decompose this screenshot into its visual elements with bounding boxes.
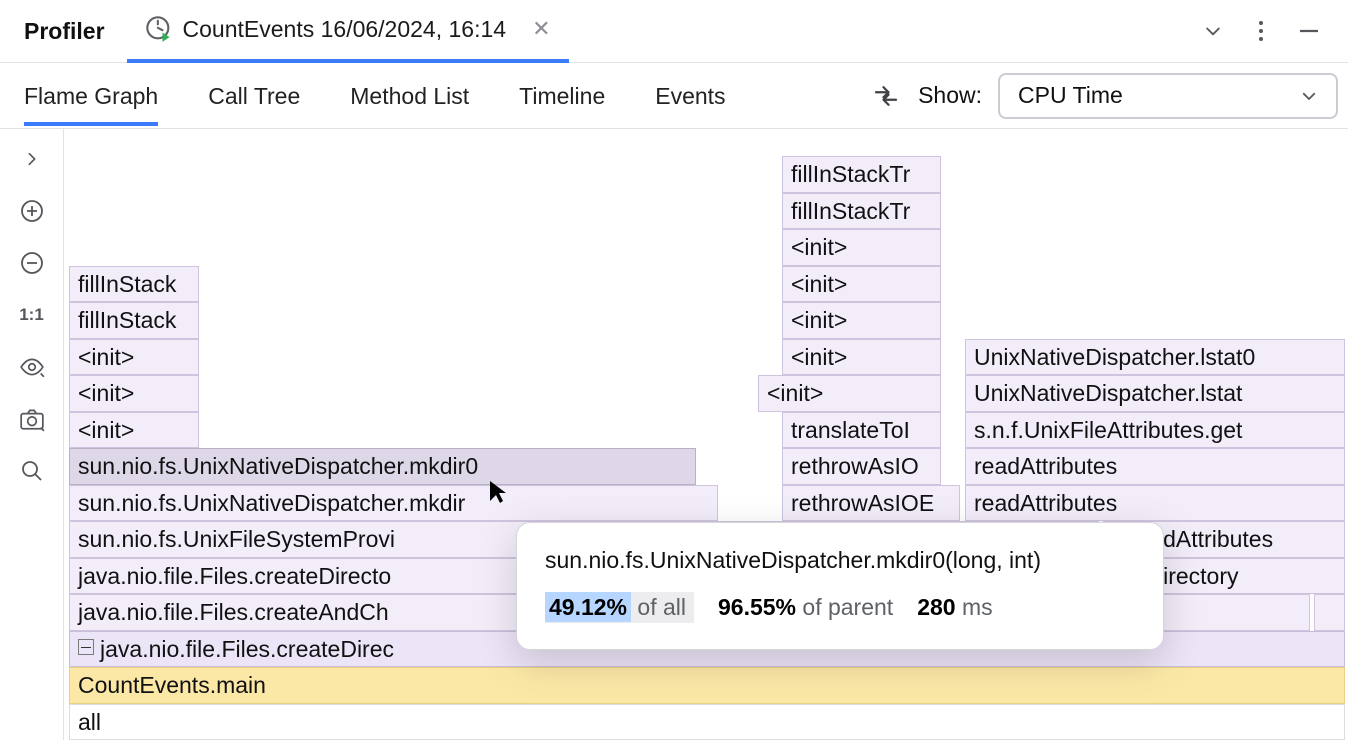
zoom-in-icon[interactable] — [18, 197, 46, 225]
tooltip-of-all: of all — [637, 594, 686, 620]
run-tab[interactable]: CountEvents 16/06/2024, 16:14 ✕ — [127, 0, 569, 63]
tooltip-time: 280 — [917, 594, 955, 620]
minimize-icon[interactable] — [1298, 20, 1320, 42]
flame-frame[interactable]: <init> — [69, 375, 199, 412]
tab-flame-graph[interactable]: Flame Graph — [24, 65, 158, 126]
show-label: Show: — [918, 82, 982, 109]
flame-frame[interactable]: fillInStack — [69, 266, 199, 303]
flame-frame-label: CountEvents.main — [78, 672, 266, 698]
tab-events[interactable]: Events — [655, 65, 725, 126]
run-tab-label: CountEvents 16/06/2024, 16:14 — [183, 16, 507, 43]
flame-frame[interactable]: fillInStackTr — [782, 156, 941, 193]
flame-frame[interactable]: <init> — [782, 266, 941, 303]
flame-frame-label: java.nio.file.Files.createAndCh — [78, 599, 389, 625]
flame-frame[interactable]: fillInStack — [69, 302, 199, 339]
run-config-icon — [145, 15, 173, 43]
flame-frame-label: <init> — [78, 344, 134, 370]
flame-frame[interactable]: <init> — [782, 302, 941, 339]
flame-frame[interactable]: <init> — [782, 339, 941, 376]
flame-frame-label: <init> — [78, 380, 134, 406]
compare-icon[interactable] — [870, 80, 902, 112]
view-tabs: Flame Graph Call Tree Method List Timeli… — [0, 63, 1348, 129]
flame-frame[interactable]: UnixNativeDispatcher.lstat — [965, 375, 1345, 412]
tooltip-pct-parent: 96.55% — [718, 594, 796, 620]
flame-frame-label: UnixNativeDispatcher.lstat0 — [974, 344, 1255, 370]
show-dropdown[interactable]: CPU Time — [998, 73, 1338, 119]
search-icon[interactable] — [18, 457, 46, 485]
flame-frame-label: readAttributes — [974, 490, 1117, 516]
flame-frame[interactable]: rethrowAsIO — [782, 448, 941, 485]
left-toolbar: 1:1 — [0, 129, 64, 740]
flame-frame[interactable]: <init> — [69, 339, 199, 376]
flame-frame-label: <init> — [791, 307, 847, 333]
close-icon[interactable]: ✕ — [532, 16, 550, 42]
flame-frame-label: <init> — [791, 271, 847, 297]
expand-icon[interactable] — [18, 145, 46, 173]
frame-tooltip: sun.nio.fs.UnixNativeDispatcher.mkdir0(l… — [516, 522, 1164, 650]
flame-frame-label: fillInStack — [78, 271, 176, 297]
titlebar: Profiler CountEvents 16/06/2024, 16:14 ✕ — [0, 0, 1348, 63]
flame-frame[interactable]: rethrowAsIOE — [782, 485, 960, 522]
flame-frame-label: sun.nio.fs.UnixNativeDispatcher.mkdir0 — [78, 453, 478, 479]
flame-frame[interactable]: readAttributes — [965, 485, 1345, 522]
flame-frame-label: UnixNativeDispatcher.lstat — [974, 380, 1242, 406]
eye-icon[interactable] — [18, 353, 46, 381]
flame-frame[interactable]: sun.nio.fs.UnixNativeDispatcher.mkdir — [69, 485, 718, 522]
show-value: CPU Time — [1018, 82, 1123, 109]
flame-frame[interactable]: UnixNativeDispatcher.lstat0 — [965, 339, 1345, 376]
tab-timeline[interactable]: Timeline — [519, 65, 605, 126]
flame-frame[interactable]: <init> — [782, 229, 941, 266]
flame-frame[interactable] — [1314, 594, 1345, 631]
flame-frame[interactable]: s.n.f.UnixFileAttributes.get — [965, 412, 1345, 449]
flame-frame[interactable]: translateToI — [782, 412, 941, 449]
tab-method-list[interactable]: Method List — [350, 65, 469, 126]
tooltip-of-parent: of parent — [802, 594, 893, 620]
flame-frame-label: <init> — [791, 234, 847, 260]
more-icon[interactable] — [1250, 20, 1272, 42]
flame-frame-label: fillInStackTr — [791, 161, 910, 187]
flame-frame-label: fillInStack — [78, 307, 176, 333]
flame-frame[interactable]: <init> — [69, 412, 199, 449]
zoom-out-icon[interactable] — [18, 249, 46, 277]
flame-frame-label: sun.nio.fs.UnixNativeDispatcher.mkdir — [78, 490, 465, 516]
flame-frame-label: <init> — [78, 417, 134, 443]
flame-frame-label: s.n.f.UnixFileAttributes.get — [974, 417, 1242, 443]
flame-frame-label: <init> — [767, 380, 823, 406]
tooltip-pct-all: 49.12% — [545, 592, 631, 622]
flame-frame-label: all — [78, 709, 101, 735]
flame-frame-label: java.nio.file.Files.createDirec — [100, 636, 394, 662]
chevron-down-icon — [1300, 87, 1318, 105]
flame-frame[interactable]: fillInStackTr — [782, 193, 941, 230]
tab-call-tree[interactable]: Call Tree — [208, 65, 300, 126]
flame-frame[interactable]: all — [69, 704, 1345, 740]
tool-title: Profiler — [0, 18, 127, 45]
flame-frame-label: readAttributes — [974, 453, 1117, 479]
flame-frame-label: fillInStackTr — [791, 198, 910, 224]
flame-frame[interactable]: <init> — [758, 375, 941, 412]
chevron-down-icon[interactable] — [1202, 20, 1224, 42]
zoom-reset-button[interactable]: 1:1 — [18, 301, 46, 329]
flame-frame[interactable]: sun.nio.fs.UnixNativeDispatcher.mkdir0 — [69, 448, 696, 485]
flame-frame-label: translateToI — [791, 417, 910, 443]
flame-frame-label: sun.nio.fs.UnixFileSystemProvi — [78, 526, 395, 552]
flame-frame[interactable]: readAttributes — [965, 448, 1345, 485]
tooltip-method: sun.nio.fs.UnixNativeDispatcher.mkdir0(l… — [545, 547, 1135, 574]
flame-frame-label: java.nio.file.Files.createDirecto — [78, 563, 391, 589]
flame-frame-label: rethrowAsIOE — [791, 490, 934, 516]
flame-frame[interactable]: CountEvents.main — [69, 667, 1345, 704]
flame-graph[interactable]: fillInStackTr fillInStackTr <init> fillInSt… — [64, 129, 1348, 740]
flame-frame-label: rethrowAsIO — [791, 453, 919, 479]
collapse-icon[interactable] — [78, 639, 94, 655]
tooltip-time-unit: ms — [962, 594, 993, 620]
camera-icon[interactable] — [18, 405, 46, 433]
flame-frame-label: <init> — [791, 344, 847, 370]
